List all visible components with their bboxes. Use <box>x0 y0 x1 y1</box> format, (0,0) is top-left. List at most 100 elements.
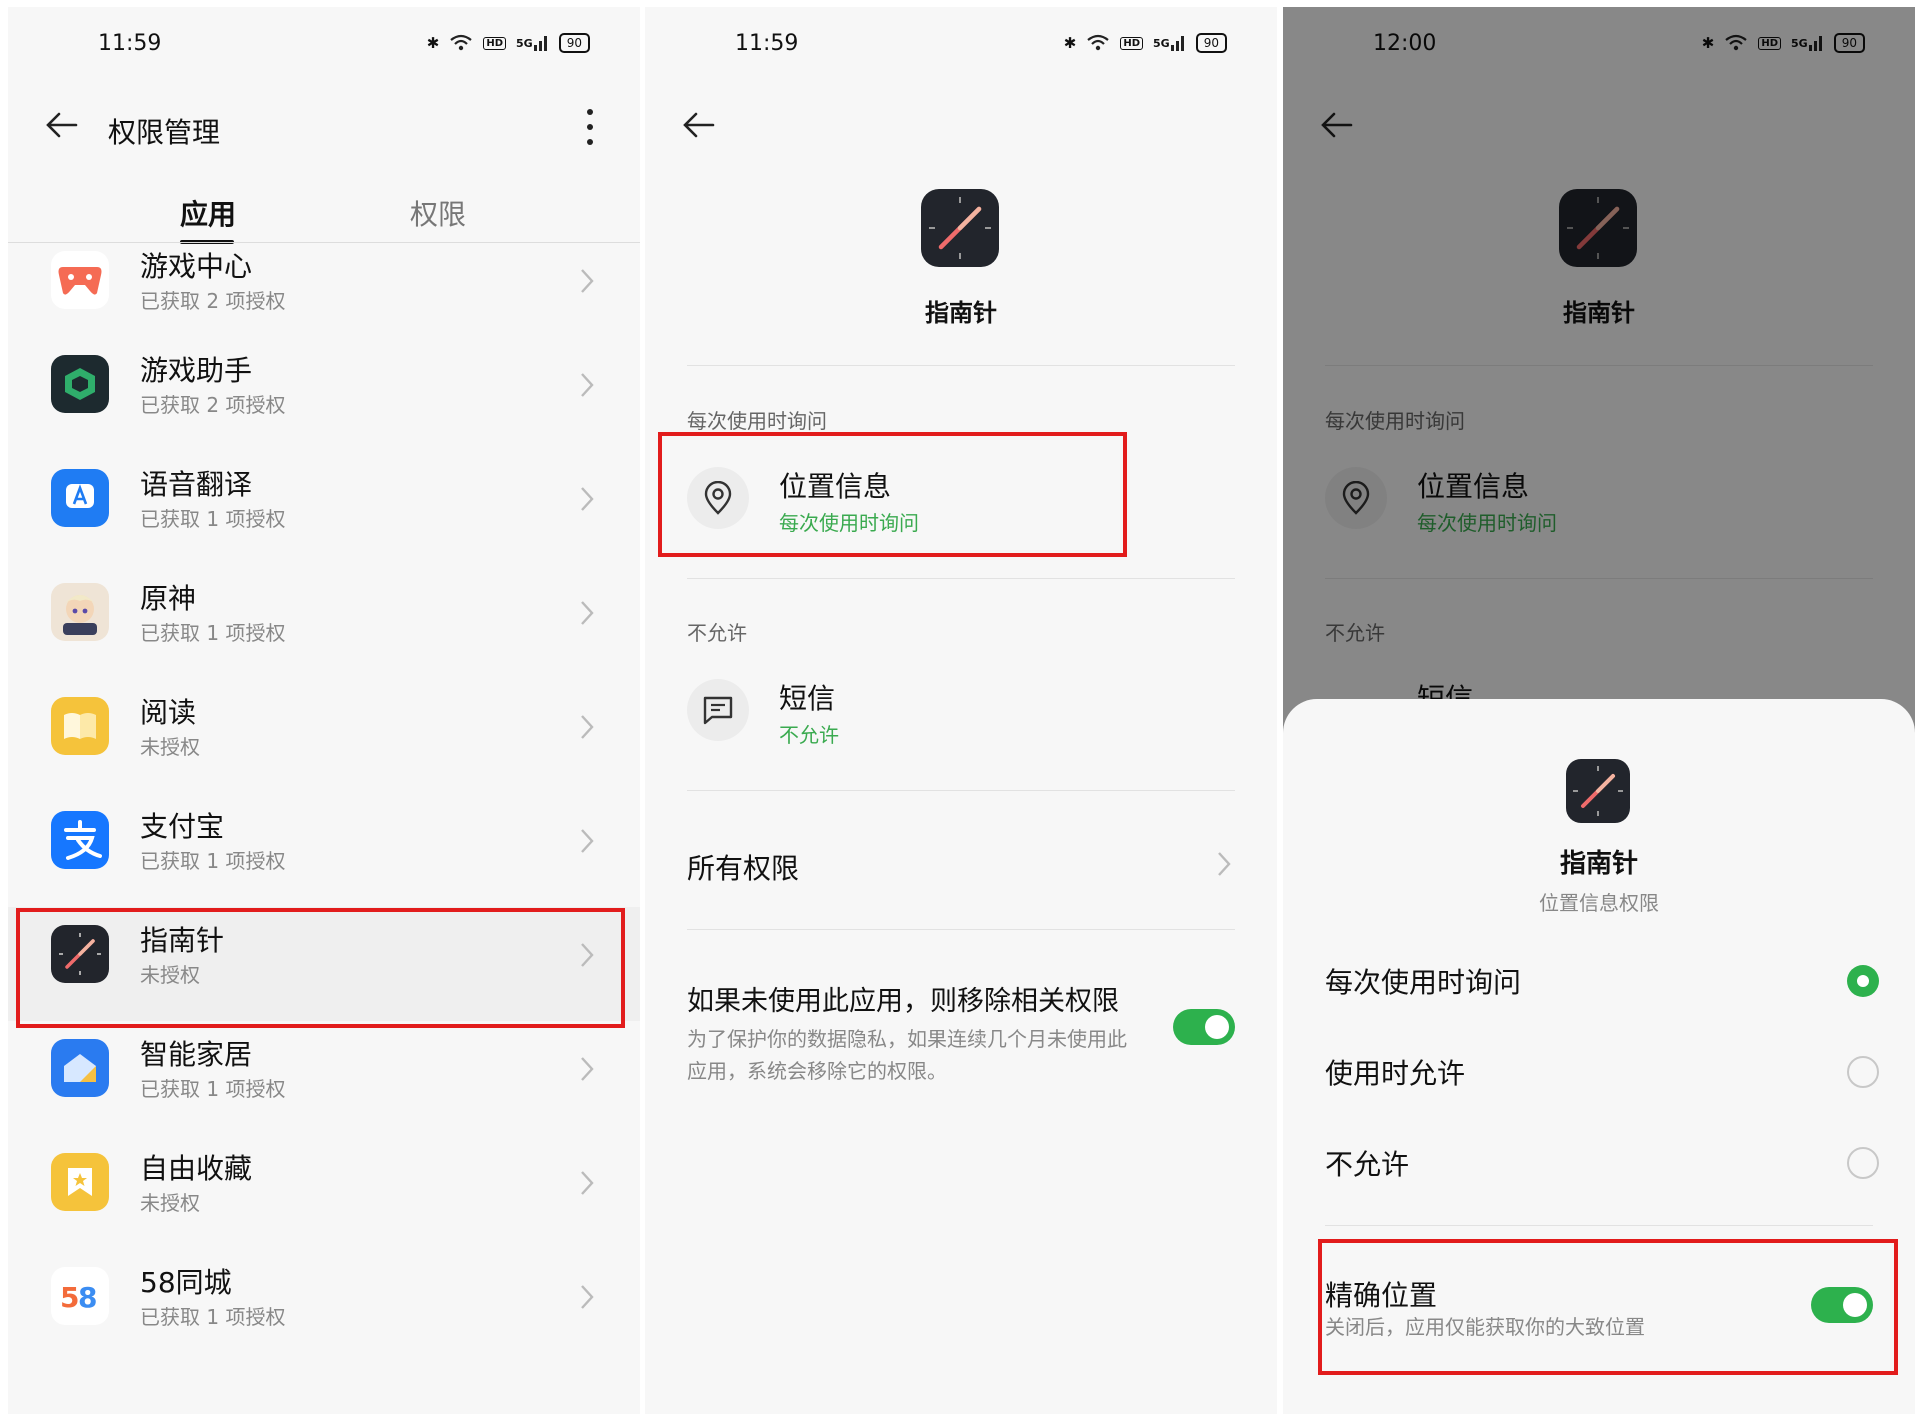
chevron-right-icon <box>581 1285 594 1309</box>
bluetooth-icon: ✱ <box>426 34 440 52</box>
chevron-right-icon <box>581 487 594 511</box>
game-center-icon <box>51 251 109 309</box>
app-row-genshin[interactable]: 原神 已获取 1 项授权 <box>8 565 640 679</box>
more-options-icon[interactable] <box>584 109 596 145</box>
option-label: 使用时允许 <box>1325 1057 1466 1090</box>
app-list: 游戏中心 已获取 2 项授权 游戏助手 已获取 2 项授权 语音翻译 已获取 1… <box>8 243 640 1363</box>
section-label-deny: 不允许 <box>687 621 747 645</box>
divider <box>687 790 1235 791</box>
chevron-right-icon <box>581 1171 594 1195</box>
app-name: 支付宝 <box>140 810 225 843</box>
cell-signal-label: 5G <box>516 36 533 50</box>
radio-unselected[interactable] <box>1847 1056 1879 1088</box>
highlight-box-precise-location <box>1318 1239 1898 1375</box>
battery-level: 90 <box>566 36 582 50</box>
radio-unselected[interactable] <box>1847 1147 1879 1179</box>
highlight-box-location <box>658 432 1127 557</box>
app-permission-status: 未授权 <box>140 1191 200 1215</box>
back-button[interactable] <box>683 112 723 142</box>
status-icons: ✱ HD 5G 90 <box>427 33 590 53</box>
permission-value: 不允许 <box>779 723 839 747</box>
bluetooth-icon: ✱ <box>1063 34 1077 52</box>
app-name: 自由收藏 <box>140 1152 253 1185</box>
app-permission-status: 已获取 1 项授权 <box>140 621 286 645</box>
app-name: 指南针 <box>925 299 997 327</box>
divider <box>1325 1225 1873 1226</box>
tab-apps[interactable]: 应用 <box>180 193 236 233</box>
compass-icon <box>921 189 999 267</box>
back-arrow-icon <box>46 112 78 138</box>
app-name: 58同城 <box>140 1266 232 1299</box>
chevron-right-icon <box>581 373 594 397</box>
book-icon <box>51 697 109 755</box>
app-permission-status: 已获取 2 项授权 <box>140 289 286 313</box>
bookmark-icon <box>51 1153 109 1211</box>
app-name: 原神 <box>140 582 197 615</box>
genshin-icon <box>51 583 109 641</box>
app-row-game-assistant[interactable]: 游戏助手 已获取 2 项授权 <box>8 337 640 451</box>
app-name: 游戏中心 <box>140 250 253 283</box>
app-row-58[interactable]: 58 58同城 已获取 1 项授权 <box>8 1249 640 1363</box>
cell-signal-icon: 5G <box>516 35 549 51</box>
divider <box>687 578 1235 579</box>
app-permission-status: 已获取 1 项授权 <box>140 507 286 531</box>
app-row-reading[interactable]: 阅读 未授权 <box>8 679 640 793</box>
alipay-icon <box>51 811 109 869</box>
status-time: 11:59 <box>735 31 799 56</box>
hd-icon: HD <box>483 36 507 50</box>
permission-title: 短信 <box>779 682 836 715</box>
game-assistant-icon <box>51 355 109 413</box>
screen-permission-manager: 11:59 ✱ HD 5G 90 权限管理 应用 权限 游戏中心 已获取 2 项 <box>8 7 640 1414</box>
app-permission-status: 已获取 2 项授权 <box>140 393 286 417</box>
app-row-translate[interactable]: 语音翻译 已获取 1 项授权 <box>8 451 640 565</box>
app-name: 阅读 <box>140 696 197 729</box>
option-label: 每次使用时询问 <box>1325 966 1522 999</box>
back-arrow-icon <box>683 112 715 138</box>
sheet-subtitle: 位置信息权限 <box>1539 891 1659 915</box>
battery-icon: 90 <box>558 33 590 53</box>
hd-icon: HD <box>1120 36 1144 50</box>
remove-unused-desc: 为了保护你的数据隐私，如果连续几个月未使用此应用，系统会移除它的权限。 <box>687 1027 1127 1083</box>
screen-location-sheet: 12:00 ✱ HD 5G 90 指南针 每次使用时询问 位置信息 每次使用时询… <box>1283 7 1915 1414</box>
tab-permissions[interactable]: 权限 <box>410 193 466 233</box>
remove-unused-title: 如果未使用此应用，则移除相关权限 <box>687 986 1119 1017</box>
battery-level: 90 <box>1203 36 1219 50</box>
app-name: 语音翻译 <box>140 468 253 501</box>
chevron-right-icon <box>581 829 594 853</box>
cell-signal-label: 5G <box>1153 36 1170 50</box>
status-bar: 11:59 ✱ HD 5G 90 <box>645 7 1277 79</box>
app-permission-status: 已获取 1 项授权 <box>140 1305 286 1329</box>
all-permissions-label: 所有权限 <box>687 852 800 885</box>
battery-icon: 90 <box>1195 33 1227 53</box>
remove-unused-toggle[interactable] <box>1173 1009 1235 1045</box>
highlight-box-compass <box>16 908 625 1028</box>
compass-icon <box>1566 759 1630 823</box>
divider <box>687 929 1235 930</box>
svg-text:5: 5 <box>60 1281 79 1313</box>
sheet-app-name: 指南针 <box>1559 849 1638 879</box>
app-permission-status: 未授权 <box>140 735 200 759</box>
wifi-icon <box>1086 34 1110 52</box>
page-title: 权限管理 <box>108 116 221 149</box>
chevron-right-icon <box>581 715 594 739</box>
status-icons: ✱ HD 5G 90 <box>1064 33 1227 53</box>
option-label: 不允许 <box>1325 1148 1410 1181</box>
message-icon <box>687 679 749 741</box>
app-name: 智能家居 <box>140 1038 253 1071</box>
app-permission-status: 已获取 1 项授权 <box>140 1077 286 1101</box>
location-permission-sheet: 指南针 位置信息权限 每次使用时询问 使用时允许 不允许 精确位置 关闭后，应用… <box>1283 699 1915 1414</box>
app-row-smart-home[interactable]: 智能家居 已获取 1 项授权 <box>8 1021 640 1135</box>
app-row-alipay[interactable]: 支付宝 已获取 1 项授权 <box>8 793 640 907</box>
app-permission-status: 已获取 1 项授权 <box>140 849 286 873</box>
58-icon: 58 <box>51 1267 109 1325</box>
divider <box>687 365 1235 366</box>
wifi-icon <box>449 34 473 52</box>
chevron-right-icon <box>581 1057 594 1081</box>
svg-text:8: 8 <box>78 1281 97 1313</box>
cell-signal-icon: 5G <box>1153 35 1186 51</box>
app-row-bookmark[interactable]: 自由收藏 未授权 <box>8 1135 640 1249</box>
back-button[interactable] <box>46 112 86 142</box>
app-row-game-center[interactable]: 游戏中心 已获取 2 项授权 <box>8 233 640 337</box>
radio-selected[interactable] <box>1847 965 1879 997</box>
translate-icon <box>51 469 109 527</box>
